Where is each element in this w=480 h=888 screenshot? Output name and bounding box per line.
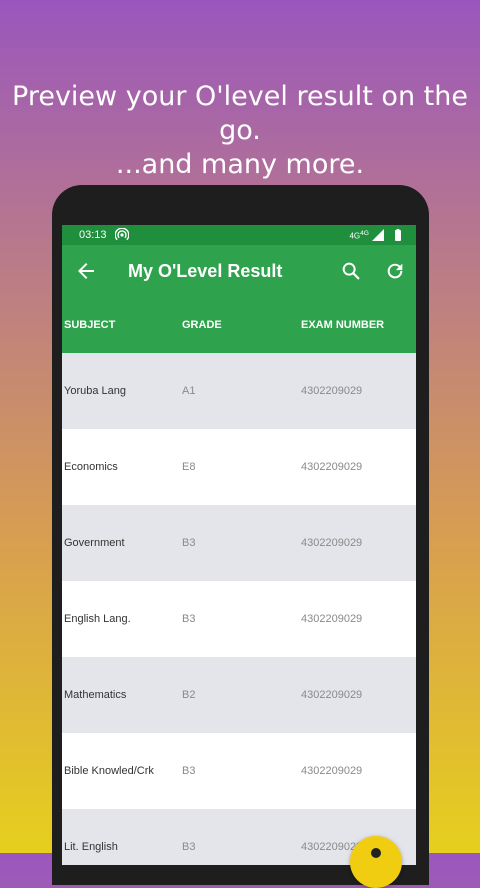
- hotspot-icon: [114, 228, 129, 241]
- table-header: SUBJECT GRADE EXAM NUMBER: [62, 297, 416, 353]
- signal-icon: [372, 229, 384, 241]
- cell-grade: B3: [182, 613, 196, 625]
- header-subject: SUBJECT: [64, 319, 116, 331]
- cell-grade: B3: [182, 841, 196, 853]
- fab-icon: [371, 848, 381, 858]
- battery-icon: [395, 229, 401, 241]
- table-row[interactable]: Mathematics B2 4302209029: [62, 657, 416, 733]
- cell-exam-number: 4302209029: [301, 689, 363, 701]
- search-icon[interactable]: [340, 260, 362, 282]
- refresh-icon[interactable]: [384, 260, 406, 282]
- floating-action-button[interactable]: [350, 836, 402, 888]
- header-exam-number: EXAM NUMBER: [301, 319, 385, 331]
- cell-subject: English Lang.: [64, 613, 131, 625]
- cell-subject: Government: [64, 537, 125, 549]
- cell-subject: Yoruba Lang: [64, 385, 126, 397]
- results-table: Yoruba Lang A1 4302209029 Economics E8 4…: [62, 353, 416, 865]
- back-arrow-icon[interactable]: [74, 259, 98, 283]
- status-time: 03:13: [79, 229, 107, 241]
- cell-exam-number: 4302209029: [301, 537, 363, 549]
- table-row[interactable]: Government B3 4302209029: [62, 505, 416, 581]
- cell-exam-number: 4302209029: [301, 613, 363, 625]
- cell-grade: B3: [182, 765, 196, 777]
- cell-exam-number: 4302209029: [301, 461, 363, 473]
- table-row[interactable]: English Lang. B3 4302209029: [62, 581, 416, 657]
- cell-grade: B3: [182, 537, 196, 549]
- promo-headline: Preview your O'level result on the go. .…: [0, 80, 480, 182]
- cell-exam-number: 4302209029: [301, 385, 363, 397]
- cell-exam-number: 4302209029: [301, 765, 363, 777]
- table-row[interactable]: Bible Knowled/Crk B3 4302209029: [62, 733, 416, 809]
- cell-subject: Bible Knowled/Crk: [64, 765, 154, 777]
- page-title: My O'Level Result: [128, 260, 283, 281]
- phone-screen: 03:13 4G4G My O'Level Result SUBJECT GRA…: [62, 225, 416, 865]
- cell-subject: Lit. English: [64, 841, 118, 853]
- cell-grade: A1: [182, 385, 196, 397]
- table-row[interactable]: Economics E8 4302209029: [62, 429, 416, 505]
- promo-line-1: Preview your O'level result on the go.: [12, 81, 468, 146]
- network-type: 4G4G: [349, 229, 369, 241]
- cell-subject: Economics: [64, 461, 118, 473]
- table-row[interactable]: Yoruba Lang A1 4302209029: [62, 353, 416, 429]
- cell-grade: B2: [182, 689, 196, 701]
- cell-subject: Mathematics: [64, 689, 127, 701]
- app-bar: My O'Level Result: [62, 245, 416, 297]
- cell-grade: E8: [182, 461, 196, 473]
- status-bar: 03:13 4G4G: [62, 225, 416, 245]
- promo-line-2: ...and many more.: [115, 149, 365, 180]
- header-grade: GRADE: [182, 319, 222, 331]
